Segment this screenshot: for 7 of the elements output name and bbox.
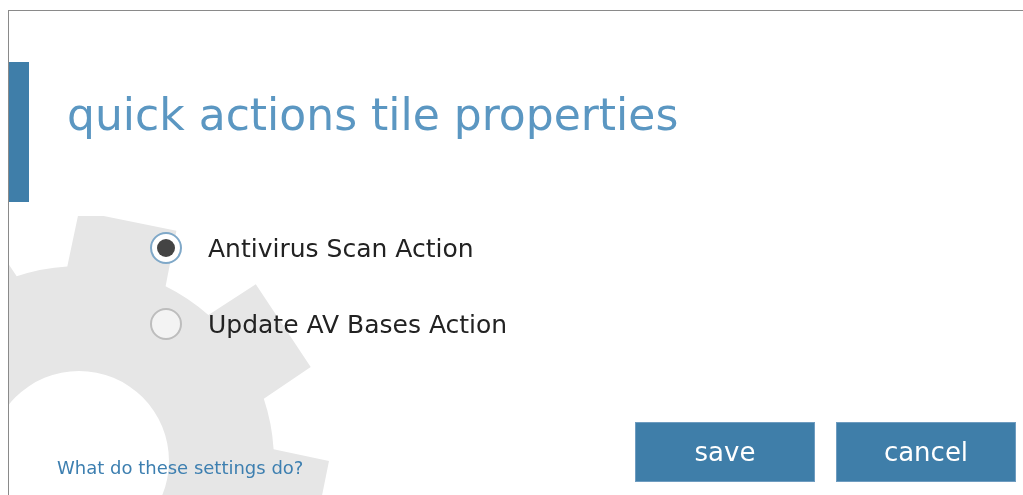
save-button[interactable]: save [635, 422, 815, 482]
help-link[interactable]: What do these settings do? [57, 457, 304, 478]
radio-button[interactable] [150, 232, 182, 264]
dialog-title: quick actions tile properties [67, 88, 679, 140]
option-label: Antivirus Scan Action [208, 233, 474, 263]
cancel-button[interactable]: cancel [836, 422, 1016, 482]
option-label: Update AV Bases Action [208, 309, 508, 339]
